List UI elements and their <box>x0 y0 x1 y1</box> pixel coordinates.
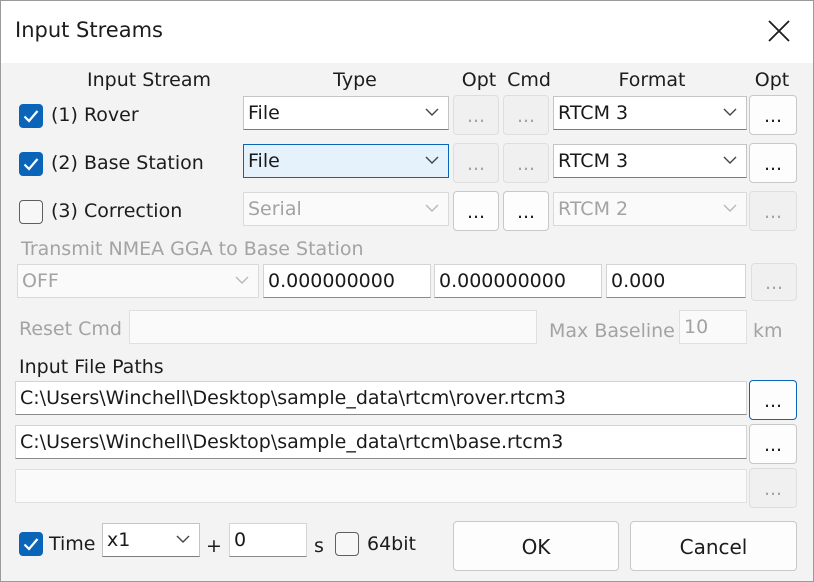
rover-format-opt-button[interactable]: ... <box>749 95 797 135</box>
rover-cmd-button[interactable]: ... <box>503 95 549 135</box>
nmea-position-button[interactable]: ... <box>751 263 797 301</box>
nmea-mode-value: OFF <box>22 270 59 292</box>
correction-opt-button[interactable]: ... <box>453 191 499 231</box>
checkmark-icon <box>23 538 39 551</box>
rover-file-path-field[interactable]: C:\Users\Winchell\Desktop\sample_data\rt… <box>15 381 747 415</box>
time-offset-field[interactable]: 0 <box>229 523 307 557</box>
rover-label: (1) Rover <box>51 104 139 126</box>
base-file-path-field[interactable]: C:\Users\Winchell\Desktop\sample_data\rt… <box>15 425 747 459</box>
nmea-gga-label: Transmit NMEA GGA to Base Station <box>21 238 364 260</box>
time-offset-unit: s <box>314 535 324 557</box>
chevron-down-icon <box>176 535 190 543</box>
close-icon <box>768 20 790 42</box>
header-format-opt: Opt <box>754 69 790 91</box>
correction-format-value: RTCM 2 <box>558 198 629 220</box>
correction-type-value: Serial <box>248 198 302 220</box>
header-format: Format <box>618 69 686 91</box>
rover-file-browse-button[interactable]: ... <box>749 380 797 420</box>
time-label: Time <box>49 533 96 555</box>
rover-format-select[interactable]: RTCM 3 <box>553 96 747 130</box>
header-input-stream: Input Stream <box>87 69 211 91</box>
base-station-label: (2) Base Station <box>51 152 204 174</box>
rover-format-value: RTCM 3 <box>558 102 629 124</box>
base-station-type-select[interactable]: File <box>243 144 449 178</box>
rover-type-select[interactable]: File <box>243 96 449 130</box>
reset-cmd-field[interactable] <box>129 310 537 344</box>
base-station-format-opt-button[interactable]: ... <box>749 143 797 183</box>
max-baseline-field[interactable]: 10 <box>679 310 747 344</box>
nmea-height-field[interactable]: 0.000 <box>606 264 746 298</box>
base-station-format-value: RTCM 3 <box>558 150 629 172</box>
header-opt: Opt <box>461 69 497 91</box>
correction-cmd-button[interactable]: ... <box>503 191 549 231</box>
max-baseline-label: Max Baseline <box>549 320 675 342</box>
base-station-type-value: File <box>248 150 280 172</box>
chevron-down-icon <box>425 156 439 164</box>
time-speed-select[interactable]: x1 <box>102 523 200 557</box>
chevron-down-icon <box>425 108 439 116</box>
nmea-latitude-field[interactable]: 0.000000000 <box>263 264 431 298</box>
correction-checkbox[interactable] <box>19 200 43 224</box>
checkmark-icon <box>23 110 39 123</box>
chevron-down-icon <box>425 204 439 212</box>
chevron-down-icon <box>723 204 737 212</box>
reset-cmd-label: Reset Cmd <box>19 318 122 340</box>
input-file-paths-label: Input File Paths <box>19 356 164 378</box>
correction-format-opt-button[interactable]: ... <box>749 191 797 231</box>
correction-file-browse-button[interactable]: ... <box>749 468 797 508</box>
time-checkbox[interactable] <box>19 532 43 556</box>
64bit-checkbox[interactable] <box>335 532 359 556</box>
base-station-checkbox[interactable] <box>19 152 43 176</box>
ok-button[interactable]: OK <box>453 521 619 571</box>
cancel-button[interactable]: Cancel <box>630 521 797 571</box>
correction-type-select[interactable]: Serial <box>243 192 449 226</box>
rover-type-value: File <box>248 102 280 124</box>
base-station-opt-button[interactable]: ... <box>453 143 499 183</box>
title-bar: Input Streams <box>1 1 813 63</box>
chevron-down-icon <box>235 276 249 284</box>
nmea-mode-select[interactable]: OFF <box>17 264 259 298</box>
dialog-title: Input Streams <box>15 18 163 42</box>
correction-label: (3) Correction <box>51 200 183 222</box>
64bit-label: 64bit <box>367 533 416 555</box>
header-type: Type <box>333 69 377 91</box>
checkmark-icon <box>23 158 39 171</box>
base-file-browse-button[interactable]: ... <box>749 424 797 464</box>
nmea-longitude-field[interactable]: 0.000000000 <box>434 264 602 298</box>
input-streams-dialog: Input Streams Input Stream Type Opt Cmd … <box>0 0 814 582</box>
time-plus-sign: + <box>206 535 222 557</box>
correction-format-select[interactable]: RTCM 2 <box>553 192 747 226</box>
chevron-down-icon <box>723 108 737 116</box>
base-station-cmd-button[interactable]: ... <box>503 143 549 183</box>
rover-opt-button[interactable]: ... <box>453 95 499 135</box>
max-baseline-unit: km <box>753 320 783 342</box>
header-cmd: Cmd <box>507 69 551 91</box>
close-button[interactable] <box>747 1 813 63</box>
chevron-down-icon <box>723 156 737 164</box>
base-station-format-select[interactable]: RTCM 3 <box>553 144 747 178</box>
rover-checkbox[interactable] <box>19 104 43 128</box>
time-speed-value: x1 <box>107 529 131 551</box>
correction-file-path-field[interactable] <box>15 469 747 503</box>
